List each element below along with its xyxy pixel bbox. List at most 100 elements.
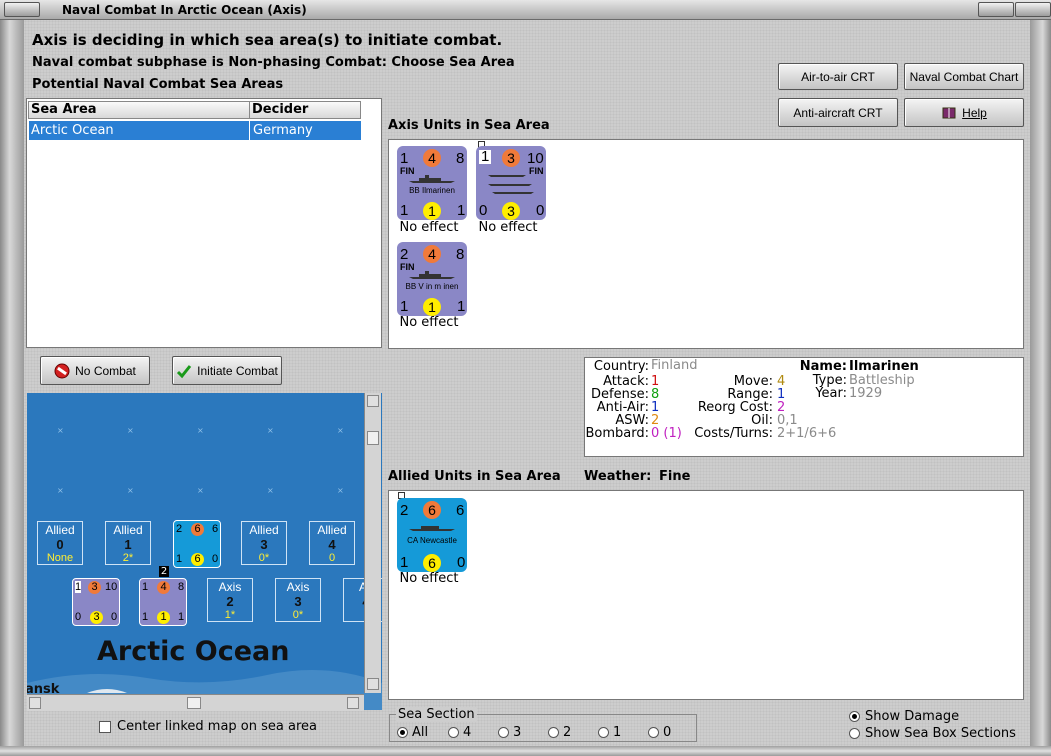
counter-defense: 3 (88, 581, 101, 594)
map-horizontal-scrollbar[interactable] (27, 694, 364, 711)
box-side: Allied (249, 523, 279, 537)
svg-text:×: × (197, 486, 204, 495)
counter-name: CA Newcastle (407, 536, 457, 545)
scroll-left-button[interactable] (29, 697, 41, 709)
system-menu-button[interactable] (4, 2, 40, 17)
svg-text:×: × (127, 486, 134, 495)
map-vertical-scrollbar[interactable] (364, 393, 381, 693)
scroll-thumb[interactable] (367, 431, 379, 445)
scroll-down-button[interactable] (367, 678, 379, 690)
box-value: 0* (292, 609, 304, 621)
sea-section-option-1[interactable]: 1 (598, 725, 621, 740)
book-icon (942, 107, 956, 118)
sea-area-map[interactable]: × × × × × × × × × × Allied 0 None Allied 1 2* Al… (27, 393, 382, 710)
sea-section-option-0[interactable]: 0 (648, 725, 671, 740)
title-bar[interactable]: Naval Combat In Arctic Ocean (Axis) (0, 0, 1051, 20)
sea-section-option-4[interactable]: 4 (448, 725, 471, 740)
radio[interactable] (498, 727, 509, 738)
no-entry-icon (54, 363, 70, 378)
counter-move: 6 (191, 553, 204, 566)
axis-sea-box-3[interactable]: Axis 3 0* (275, 578, 321, 622)
counter-aa: 0 (75, 611, 82, 623)
svg-text:×: × (57, 486, 64, 495)
counter-range: 10 (527, 150, 544, 167)
initiate-combat-button[interactable]: Initiate Combat (172, 356, 282, 385)
map-allied-counter[interactable]: 2 6 6 1 6 0 (173, 520, 221, 568)
scroll-up-button[interactable] (367, 395, 379, 407)
air-to-air-crt-button[interactable]: Air-to-air CRT (778, 63, 898, 90)
counter-defense: 6 (423, 501, 441, 519)
cell-sea-area: Arctic Ocean (31, 123, 114, 138)
allied-sea-box-4[interactable]: Allied 4 0 (309, 521, 355, 565)
no-combat-button[interactable]: No Combat (40, 356, 150, 385)
radio-selected[interactable] (397, 727, 408, 738)
svg-text:×: × (127, 426, 134, 435)
axis-unit-counter-vainamoinen[interactable]: 2 4 8 FIN BB V in m inen 1 1 1 (397, 242, 467, 316)
minimize-button[interactable] (978, 2, 1014, 17)
show-damage-option[interactable]: Show Damage (849, 709, 959, 724)
allied-sea-box-0[interactable]: Allied 0 None (37, 521, 83, 565)
column-header-decider[interactable]: Decider (249, 101, 361, 119)
counter-attack: 2 (400, 502, 409, 519)
sea-area-table[interactable]: Sea Area Decider Arctic Ocean Germany (26, 98, 382, 348)
allied-sea-box-3[interactable]: Allied 3 0* (241, 521, 287, 565)
box-value: 1* (224, 609, 236, 621)
scroll-thumb[interactable] (187, 697, 201, 709)
radio[interactable] (648, 727, 659, 738)
counter-defense: 4 (423, 245, 441, 263)
naval-combat-chart-button[interactable]: Naval Combat Chart (904, 63, 1024, 90)
allied-sea-box-1[interactable]: Allied 1 2* (105, 521, 151, 565)
counter-name: BB Ilmarinen (409, 186, 455, 195)
checkmark-icon (177, 364, 192, 378)
counter-move: 1 (423, 202, 441, 220)
map-axis-counter-group[interactable]: 1 3 10 0 3 0 (72, 578, 120, 626)
svg-text:×: × (337, 426, 344, 435)
air-to-air-label: Air-to-air CRT (801, 69, 875, 84)
window-title: Naval Combat In Arctic Ocean (Axis) (62, 3, 307, 17)
map-axis-counter-ilmarinen[interactable]: 1 4 8 1 1 1 (139, 578, 187, 626)
counter-asw: 0 (111, 611, 118, 623)
axis-unit-counter-group[interactable]: 1 3 10 FIN 0 3 0 (476, 146, 546, 220)
fleet-icon (488, 175, 534, 194)
battleship-icon (409, 175, 455, 183)
allied-units-title: Allied Units in Sea Area (388, 469, 561, 484)
unit-status: No effect (399, 571, 459, 586)
unit-status: No effect (478, 220, 538, 235)
radio[interactable] (598, 727, 609, 738)
box-number: 3 (260, 537, 268, 552)
unit-info-panel: Country: Finland Attack: 1 Defense: 8 An… (584, 357, 1024, 457)
sea-section-option-2[interactable]: 2 (548, 725, 571, 740)
axis-unit-counter-ilmarinen[interactable]: 1 4 8 FIN BB Ilmarinen 1 1 1 (397, 146, 467, 220)
counter-attack: 1 (75, 581, 82, 593)
radio-selected[interactable] (849, 711, 860, 722)
axis-sea-box-2[interactable]: Axis 2 1* (207, 578, 253, 622)
anti-aircraft-crt-button[interactable]: Anti-aircraft CRT (778, 98, 898, 127)
center-linked-checkbox[interactable] (99, 721, 111, 733)
maximize-button[interactable] (1015, 2, 1051, 17)
initiate-combat-label: Initiate Combat (197, 363, 278, 378)
sea-section-option-3[interactable]: 3 (498, 725, 521, 740)
counter-move: 3 (90, 611, 103, 624)
battleship-icon (409, 271, 455, 279)
show-sea-box-option[interactable]: Show Sea Box Sections (849, 726, 1016, 741)
name-value: Ilmarinen (849, 359, 919, 374)
scroll-right-button[interactable] (347, 697, 359, 709)
box-side: Axis (286, 580, 310, 594)
counter-asw: 0 (212, 553, 219, 565)
radio[interactable] (448, 727, 459, 738)
radio-label: 2 (563, 725, 572, 740)
help-button[interactable]: Help (904, 98, 1024, 127)
radio-label: 4 (463, 725, 472, 740)
counter-defense: 4 (423, 149, 441, 167)
radio[interactable] (548, 727, 559, 738)
counter-aa: 1 (400, 298, 409, 315)
sea-section-option-all[interactable]: All (397, 725, 428, 740)
counter-aa: 1 (142, 611, 149, 623)
allied-unit-counter-newcastle[interactable]: 2 6 6 CA Newcastle 1 6 0 (397, 498, 467, 572)
right-frame (1030, 20, 1051, 756)
column-header-sea-area[interactable]: Sea Area (28, 101, 250, 119)
counter-range: 8 (456, 150, 465, 167)
radio[interactable] (849, 728, 860, 739)
potential-areas-heading: Potential Naval Combat Sea Areas (32, 77, 284, 92)
counter-move: 3 (502, 202, 520, 220)
